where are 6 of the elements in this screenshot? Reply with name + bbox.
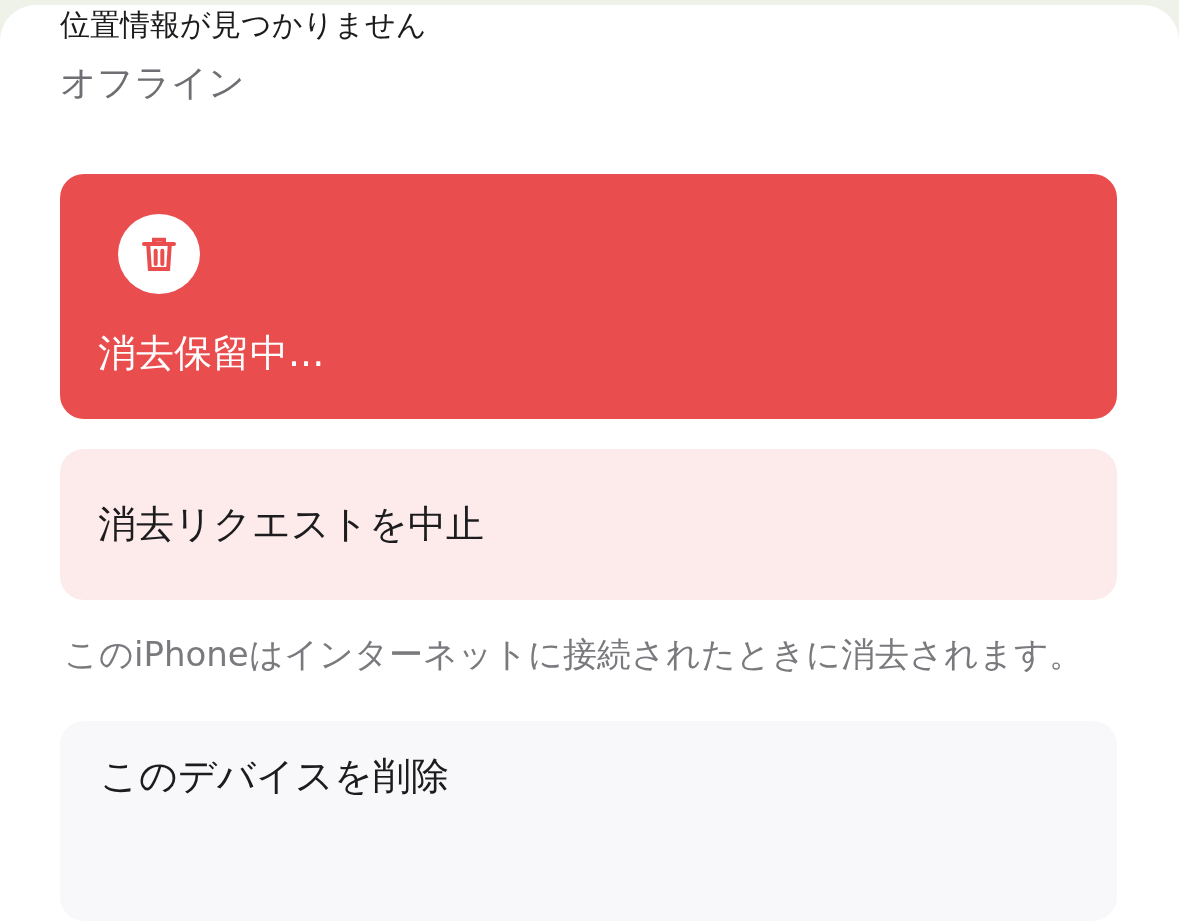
erase-note: このiPhoneはインターネットに接続されたときに消去されます。 xyxy=(63,632,1084,676)
location-status: 位置情報が見つかりません xyxy=(60,7,428,43)
connection-status: オフライン xyxy=(60,61,246,105)
erase-status-label: 消去保留中... xyxy=(98,330,326,378)
remove-device-button[interactable]: このデバイスを削除 xyxy=(60,721,1117,921)
cancel-erase-button[interactable]: 消去リクエストを中止 xyxy=(60,449,1117,600)
